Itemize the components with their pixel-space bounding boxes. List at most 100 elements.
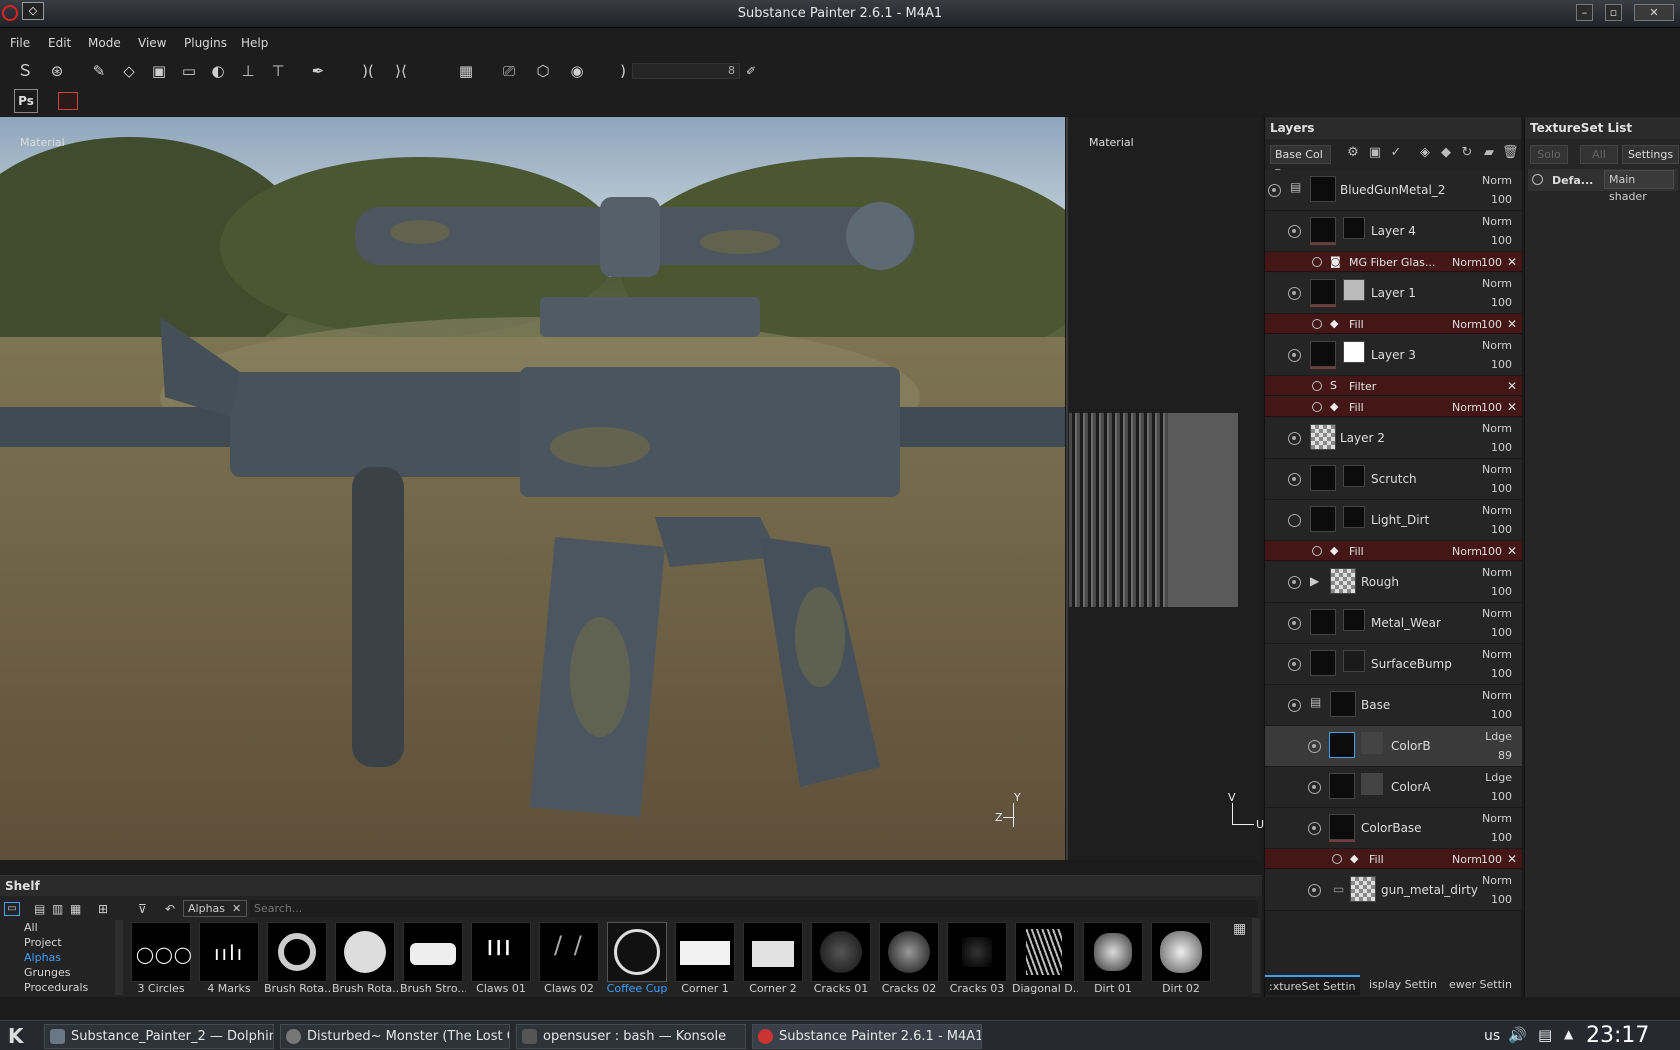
brush-size-slider[interactable] bbox=[632, 63, 740, 79]
camera-mode-icon[interactable]: ⎚ bbox=[498, 60, 520, 82]
visibility-eye-icon[interactable] bbox=[1288, 576, 1301, 589]
effect-opacity[interactable]: 100 bbox=[1481, 545, 1502, 558]
layer-row[interactable]: ▭ gun_metal_dirty Norm 100 bbox=[1265, 870, 1522, 911]
close-button[interactable]: ✕ bbox=[1634, 4, 1674, 21]
grid-view-icon[interactable]: ▦ bbox=[1233, 921, 1246, 937]
effect-row[interactable]: ◆ Fill Norm 100 ✕ bbox=[1265, 314, 1522, 334]
visibility-eye-icon[interactable] bbox=[1308, 822, 1321, 835]
visibility-eye-icon[interactable] bbox=[1268, 184, 1281, 197]
clipboard-icon[interactable]: ▤ bbox=[1538, 1026, 1552, 1044]
all-button[interactable]: All bbox=[1580, 145, 1618, 164]
effect-eye-icon[interactable] bbox=[1332, 854, 1342, 864]
visibility-eye-icon[interactable] bbox=[1288, 225, 1301, 238]
shelf-thumbnail-coffee-cup[interactable] bbox=[607, 922, 667, 982]
visibility-eye-icon[interactable] bbox=[1288, 349, 1301, 362]
visibility-eye-icon[interactable] bbox=[1308, 781, 1321, 794]
layer-row[interactable]: ColorA Ldge 100 bbox=[1265, 767, 1522, 808]
effect-blend[interactable]: Norm bbox=[1452, 853, 1482, 866]
category-scrollbar[interactable] bbox=[115, 920, 123, 995]
shelf-folder-icon[interactable]: ▭ bbox=[4, 902, 20, 916]
layer-opacity[interactable]: 100 bbox=[1491, 193, 1512, 206]
symmetry-icon[interactable]: )( bbox=[357, 60, 379, 82]
shelf-add-icon[interactable]: ⊞ bbox=[98, 902, 108, 916]
category-procedurals[interactable]: Procedurals bbox=[24, 981, 88, 994]
layer-blend[interactable]: Norm bbox=[1482, 339, 1512, 352]
category-all[interactable]: All bbox=[24, 921, 38, 934]
layer-opacity[interactable]: 89 bbox=[1498, 749, 1512, 762]
add-fill-layer-icon[interactable]: ◆ bbox=[1438, 145, 1454, 161]
layer-opacity[interactable]: 100 bbox=[1491, 358, 1512, 371]
visibility-eye-icon[interactable] bbox=[1288, 432, 1301, 445]
layer-blend[interactable]: Norm bbox=[1482, 648, 1512, 661]
symmetry-axis-icon[interactable]: ⟩⟨ bbox=[390, 60, 412, 82]
layer-blend[interactable]: Norm bbox=[1482, 874, 1512, 887]
shelf-thumbnail-diagonal[interactable] bbox=[1015, 922, 1075, 982]
refresh-icon[interactable]: ↻ bbox=[1459, 145, 1475, 161]
effect-row[interactable]: ◙ MG Fiber Glas... Norm 100 ✕ bbox=[1265, 252, 1522, 272]
layer-opacity[interactable]: 100 bbox=[1491, 790, 1512, 803]
layer-row[interactable]: ▶ Rough Norm 100 bbox=[1265, 562, 1522, 603]
settings-button[interactable]: Settings bbox=[1622, 145, 1679, 164]
tab-viewer-settings[interactable]: ewer Settin bbox=[1445, 975, 1516, 995]
layer-row-selected[interactable]: ColorB Ldge 89 bbox=[1265, 726, 1522, 767]
task-substance-painter[interactable]: Substance Painter 2.6.1 - M4A1 bbox=[752, 1024, 982, 1049]
textureset-eye-icon[interactable] bbox=[1532, 174, 1543, 185]
add-filter-icon[interactable]: ✓ bbox=[1388, 145, 1404, 161]
remove-effect-icon[interactable]: ✕ bbox=[1507, 400, 1517, 414]
layer-blend[interactable]: Norm bbox=[1482, 463, 1512, 476]
layer-opacity[interactable]: 100 bbox=[1491, 708, 1512, 721]
material-picker-icon[interactable]: ⊤ bbox=[267, 60, 289, 82]
layer-blend[interactable]: Norm bbox=[1482, 607, 1512, 620]
shelf-thumbnail-brush-rotate[interactable] bbox=[267, 922, 327, 982]
layer-row[interactable]: Layer 3 Norm 100 bbox=[1265, 335, 1522, 376]
add-effect-icon[interactable]: ⚙ bbox=[1345, 145, 1361, 161]
shelf-thumbnail-4-marks[interactable]: ıılı bbox=[199, 922, 259, 982]
shelf-thumbnail-claws-01[interactable]: ııı bbox=[471, 922, 531, 982]
layer-opacity[interactable]: 100 bbox=[1491, 441, 1512, 454]
bracket-icon[interactable]: ) bbox=[612, 60, 634, 82]
effect-eye-icon[interactable] bbox=[1312, 402, 1322, 412]
effect-eye-icon[interactable] bbox=[1312, 319, 1322, 329]
remove-effect-icon[interactable]: ✕ bbox=[1507, 852, 1517, 866]
layer-row[interactable]: SurfaceBump Norm 100 bbox=[1265, 644, 1522, 685]
shelf-thumbnail-dirt-01[interactable] bbox=[1083, 922, 1143, 982]
effect-row[interactable]: ◆ Fill Norm 100 ✕ bbox=[1265, 541, 1522, 561]
channel-select[interactable]: Base Col ▾ bbox=[1270, 145, 1331, 178]
smudge-icon[interactable]: ◐ bbox=[207, 60, 229, 82]
layer-blend[interactable]: Norm bbox=[1482, 566, 1512, 579]
shelf-search-input[interactable] bbox=[250, 900, 1258, 917]
layer-row[interactable]: Layer 2 Norm 100 bbox=[1265, 418, 1522, 459]
category-grunges[interactable]: Grunges bbox=[24, 966, 70, 979]
add-mask-icon[interactable]: ▣ bbox=[1367, 145, 1383, 161]
start-menu-icon[interactable]: K bbox=[8, 1024, 24, 1048]
layer-row[interactable]: ColorBase Norm 100 bbox=[1265, 808, 1522, 849]
effect-blend[interactable]: Norm bbox=[1452, 545, 1482, 558]
effect-row[interactable]: S Filter ✕ bbox=[1265, 376, 1522, 396]
category-alphas[interactable]: Alphas bbox=[24, 951, 61, 964]
tab-display-settings[interactable]: isplay Settin bbox=[1365, 975, 1441, 995]
folder-expand-icon[interactable]: ▶ bbox=[1310, 574, 1319, 588]
layer-row[interactable]: Layer 1 Norm 100 bbox=[1265, 273, 1522, 314]
clock[interactable]: 23:17 bbox=[1586, 1023, 1649, 1048]
shelf-thumbnail-cracks-01[interactable] bbox=[811, 922, 871, 982]
reset-filter-icon[interactable]: ↶ bbox=[165, 902, 175, 916]
keyboard-layout[interactable]: us bbox=[1484, 1028, 1500, 1044]
menu-view[interactable]: View bbox=[138, 36, 166, 50]
substance-alt-icon[interactable]: ⊛ bbox=[46, 60, 68, 82]
viewport-2d[interactable]: Material V U bbox=[1066, 117, 1264, 860]
category-project[interactable]: Project bbox=[24, 936, 62, 949]
import-icon[interactable]: ▥ bbox=[52, 902, 63, 916]
visibility-eye-icon[interactable] bbox=[1308, 740, 1321, 753]
shelf-thumbnail-dirt-02[interactable] bbox=[1151, 922, 1211, 982]
layer-opacity[interactable]: 100 bbox=[1491, 626, 1512, 639]
menu-file[interactable]: File bbox=[10, 36, 30, 50]
menu-edit[interactable]: Edit bbox=[48, 36, 71, 50]
photoshop-export-button[interactable]: Ps bbox=[14, 89, 38, 113]
effect-eye-icon[interactable] bbox=[1312, 546, 1322, 556]
layer-row[interactable]: ▤ BluedGunMetal_2 Norm 100 bbox=[1265, 170, 1522, 211]
tray-expand-icon[interactable]: ▲ bbox=[1564, 1027, 1573, 1041]
effect-opacity[interactable]: 100 bbox=[1481, 256, 1502, 269]
visibility-eye-icon[interactable] bbox=[1308, 884, 1321, 897]
shelf-thumbnail-3-circles[interactable]: ◯◯◯ bbox=[131, 922, 192, 982]
split-view-icon[interactable]: ▦ bbox=[455, 60, 477, 82]
